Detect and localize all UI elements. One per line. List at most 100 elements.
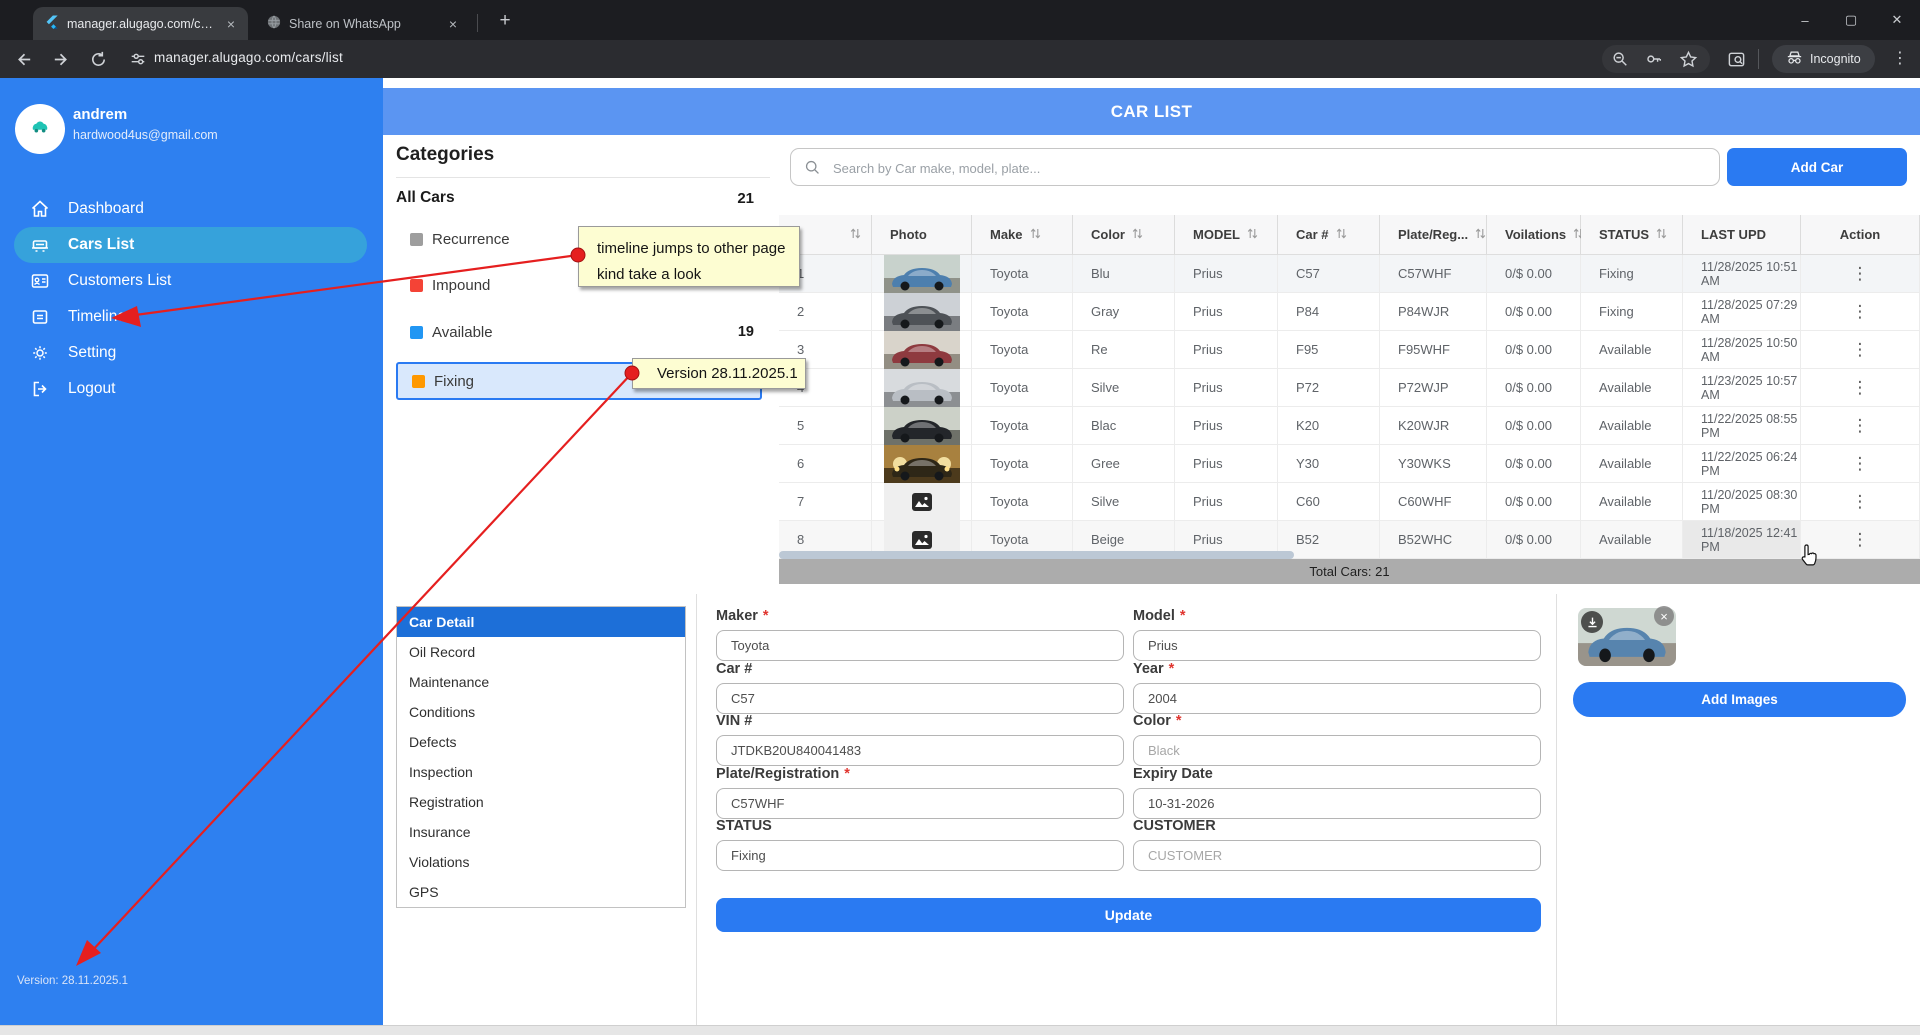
- column-header-plate[interactable]: Plate/Reg...: [1380, 215, 1487, 255]
- window-maximize-button[interactable]: ▢: [1828, 12, 1874, 28]
- action-cell: ⋮: [1801, 445, 1920, 483]
- row-menu-icon[interactable]: ⋮: [1852, 303, 1869, 320]
- sort-icon[interactable]: [1475, 227, 1486, 243]
- car-photo: [884, 331, 960, 369]
- column-header-status[interactable]: STATUS: [1581, 215, 1683, 255]
- status-field[interactable]: [716, 840, 1124, 871]
- sidebar-item-customers-list[interactable]: Customers List: [0, 263, 383, 299]
- car-table: PhotoMakeColorMODELCar #Plate/Reg...Voil…: [779, 215, 1920, 559]
- url-bar[interactable]: manager.alugago.com/cars/list: [154, 50, 343, 65]
- car_no-cell: P84: [1278, 293, 1380, 331]
- detail-tab-car-detail[interactable]: Car Detail: [397, 607, 685, 637]
- side-panel-search-icon[interactable]: [1724, 47, 1748, 71]
- detail-tab-violations[interactable]: Violations: [397, 847, 685, 877]
- photo-cell: [872, 255, 972, 293]
- vin-field[interactable]: [716, 735, 1124, 766]
- car-photo: [884, 445, 960, 483]
- column-header-make[interactable]: Make: [972, 215, 1073, 255]
- browser-tab-strip: manager.alugago.com/cars/list × Share on…: [0, 0, 1920, 40]
- column-header-color[interactable]: Color: [1073, 215, 1175, 255]
- sidebar-nav: DashboardCars ListCustomers ListTimeline…: [0, 191, 383, 407]
- maker-label: Maker*: [716, 608, 769, 624]
- sidebar-item-logout[interactable]: Logout: [0, 371, 383, 407]
- reload-icon[interactable]: [86, 47, 110, 71]
- row-menu-icon[interactable]: ⋮: [1852, 493, 1869, 510]
- detail-tab-registration[interactable]: Registration: [397, 787, 685, 817]
- tab-close-icon[interactable]: ×: [446, 16, 460, 32]
- year-field[interactable]: [1133, 683, 1541, 714]
- row-menu-icon[interactable]: ⋮: [1852, 379, 1869, 396]
- browser-window: manager.alugago.com/cars/list × Share on…: [0, 0, 1920, 1035]
- divider: [396, 177, 770, 178]
- site-settings-icon[interactable]: [126, 47, 150, 71]
- column-header-model[interactable]: MODEL: [1175, 215, 1278, 255]
- column-header-car_no[interactable]: Car #: [1278, 215, 1380, 255]
- detail-tab-maintenance[interactable]: Maintenance: [397, 667, 685, 697]
- back-icon[interactable]: [12, 47, 36, 71]
- browser-tab-car-list[interactable]: manager.alugago.com/cars/list ×: [33, 7, 248, 40]
- download-image-icon[interactable]: [1581, 611, 1603, 633]
- window-minimize-button[interactable]: –: [1782, 13, 1828, 28]
- bookmark-star-icon[interactable]: [1676, 47, 1700, 71]
- last_upd-cell: 11/22/2025 08:55 PM: [1683, 407, 1801, 445]
- customer-field[interactable]: [1133, 840, 1541, 871]
- plate-cell: P72WJP: [1380, 369, 1487, 407]
- photo: [884, 293, 960, 331]
- add-car-button[interactable]: Add Car: [1727, 148, 1907, 186]
- detail-tab-oil-record[interactable]: Oil Record: [397, 637, 685, 667]
- detail-tab-inspection[interactable]: Inspection: [397, 757, 685, 787]
- color-cell: Gray: [1073, 293, 1175, 331]
- home-icon: [30, 199, 50, 219]
- category-all-cars[interactable]: All Cars 21: [396, 186, 770, 210]
- expiry-date-field[interactable]: [1133, 788, 1541, 819]
- row-menu-icon[interactable]: ⋮: [1852, 417, 1869, 434]
- car_no-cell: C60: [1278, 483, 1380, 521]
- table-horizontal-scrollbar[interactable]: [779, 551, 1294, 559]
- status-cell: Available: [1581, 483, 1683, 521]
- browser-menu-icon[interactable]: ⋮: [1892, 48, 1908, 68]
- detail-tab-insurance[interactable]: Insurance: [397, 817, 685, 847]
- color-cell: Re: [1073, 331, 1175, 369]
- row-menu-icon[interactable]: ⋮: [1852, 531, 1869, 548]
- sort-icon[interactable]: [1336, 227, 1347, 243]
- maker-field[interactable]: [716, 630, 1124, 661]
- detail-tab-defects[interactable]: Defects: [397, 727, 685, 757]
- detail-tab-gps[interactable]: GPS: [397, 877, 685, 907]
- sidebar-item-setting[interactable]: Setting: [0, 335, 383, 371]
- new-tab-button[interactable]: +: [492, 8, 518, 34]
- detail-tabs: Car DetailOil RecordMaintenanceCondition…: [396, 606, 686, 908]
- sidebar-item-dashboard[interactable]: Dashboard: [0, 191, 383, 227]
- update-button[interactable]: Update: [716, 898, 1541, 932]
- tab-close-icon[interactable]: ×: [224, 16, 238, 32]
- color-field[interactable]: [1133, 735, 1541, 766]
- sort-icon[interactable]: [850, 227, 861, 243]
- password-key-icon[interactable]: [1642, 47, 1666, 71]
- photo-cell: [872, 445, 972, 483]
- page-scrollbar-track[interactable]: [0, 1025, 1920, 1035]
- sort-icon[interactable]: [1656, 227, 1667, 243]
- car-field[interactable]: [716, 683, 1124, 714]
- model-field[interactable]: [1133, 630, 1541, 661]
- row-menu-icon[interactable]: ⋮: [1852, 341, 1869, 358]
- sort-icon[interactable]: [1030, 227, 1041, 243]
- color-label: Color*: [1133, 713, 1182, 729]
- search-input[interactable]: [831, 150, 1705, 186]
- sort-icon[interactable]: [1132, 227, 1143, 243]
- column-header-violations[interactable]: Voilations: [1487, 215, 1581, 255]
- sidebar-item-cars-list[interactable]: Cars List: [14, 227, 367, 263]
- row-menu-icon[interactable]: ⋮: [1852, 265, 1869, 282]
- zoom-icon[interactable]: [1608, 47, 1632, 71]
- browser-tab-whatsapp[interactable]: Share on WhatsApp ×: [255, 7, 470, 40]
- row-menu-icon[interactable]: ⋮: [1852, 455, 1869, 472]
- annotation-note-timeline: timeline jumps to other page kind take a…: [578, 226, 800, 287]
- detail-tab-conditions[interactable]: Conditions: [397, 697, 685, 727]
- add-images-button[interactable]: Add Images: [1573, 682, 1906, 717]
- forward-icon[interactable]: [48, 47, 72, 71]
- remove-image-icon[interactable]: ×: [1654, 606, 1674, 626]
- category-item-available[interactable]: Available19: [396, 315, 770, 349]
- sort-icon[interactable]: [1247, 227, 1258, 243]
- sidebar-item-timeline[interactable]: Timeline: [0, 299, 383, 335]
- plate-registration-field[interactable]: [716, 788, 1124, 819]
- window-close-button[interactable]: ✕: [1874, 12, 1920, 28]
- column-header-action: Action: [1801, 215, 1920, 255]
